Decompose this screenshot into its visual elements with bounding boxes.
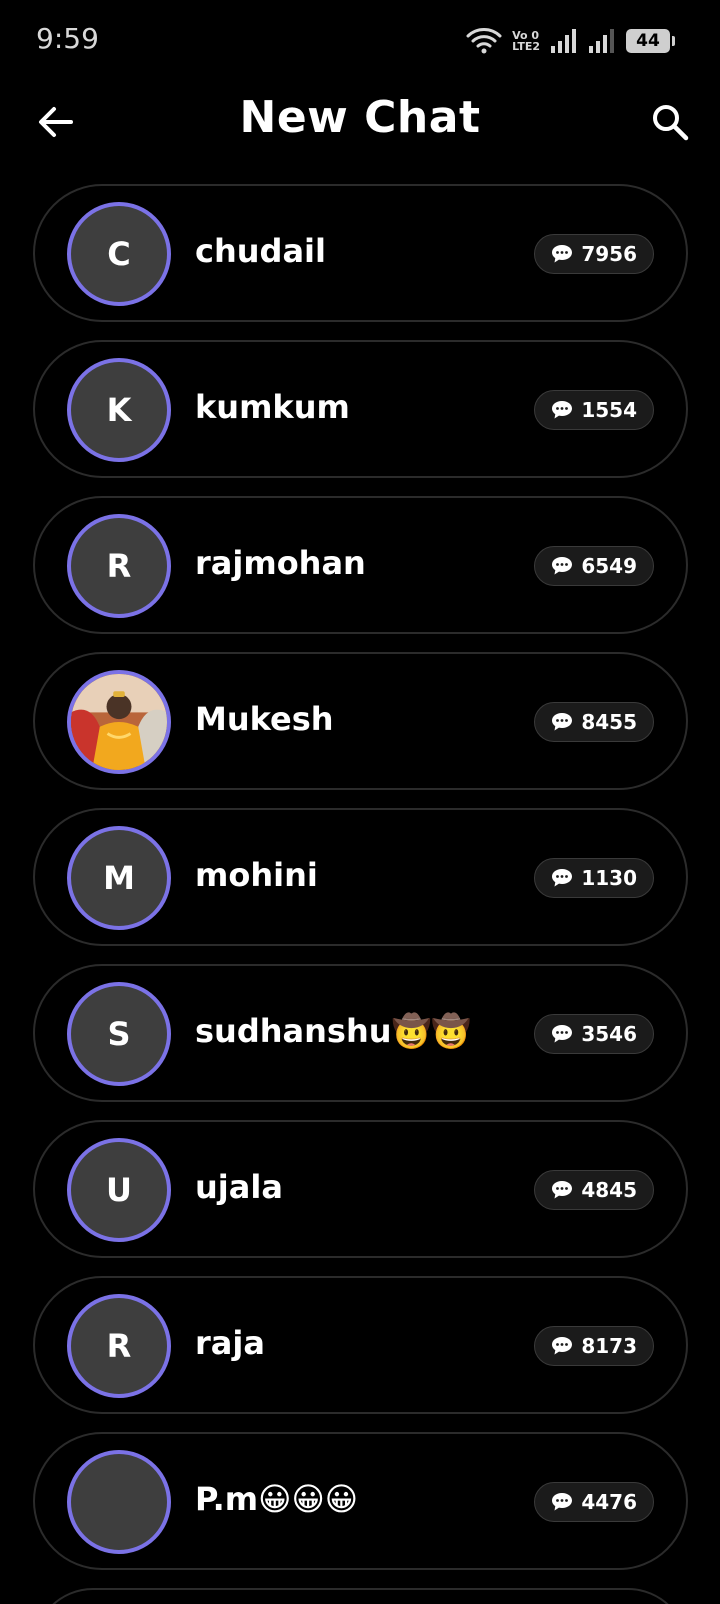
avatar: K	[67, 358, 171, 462]
chat-list-item[interactable]: Cchudail 7956	[33, 184, 688, 322]
volte-indicator: Vo 0 LTE2	[512, 29, 540, 53]
chat-bubble-icon	[552, 1181, 573, 1199]
message-count-badge: 1130	[534, 858, 654, 898]
message-count: 6549	[581, 554, 637, 578]
chat-list-item[interactable]: Uujala 4845	[33, 1120, 688, 1258]
avatar-initial: M	[103, 859, 135, 897]
search-icon	[653, 105, 689, 141]
header: New Chat	[0, 84, 720, 194]
message-count: 8455	[581, 710, 637, 734]
status-icons: Vo 0 LTE2 44	[466, 24, 675, 58]
contact-name: raja	[195, 1324, 265, 1362]
wifi-icon	[466, 28, 502, 54]
avatar: C	[67, 202, 171, 306]
contact-name: P.m😀😀😀	[195, 1480, 359, 1518]
message-count: 4476	[581, 1490, 637, 1514]
chat-bubble-icon	[552, 1493, 573, 1511]
contact-name: ujala	[195, 1168, 283, 1206]
chat-bubble-icon	[552, 557, 573, 575]
avatar: S	[67, 982, 171, 1086]
chat-list-item[interactable]: Ssudhanshu🤠🤠 3546	[33, 964, 688, 1102]
battery-icon: 44	[626, 29, 675, 53]
avatar: R	[67, 514, 171, 618]
message-count: 1130	[581, 866, 637, 890]
chat-bubble-icon	[552, 1337, 573, 1355]
chat-list-item[interactable]: Mmohini 1130	[33, 808, 688, 946]
chat-list-item[interactable]: P.m😀😀😀 4476	[33, 1432, 688, 1570]
page-title: New Chat	[239, 92, 481, 143]
message-count-badge: 8455	[534, 702, 654, 742]
contact-name: Mukesh	[195, 700, 334, 738]
signal-icon	[551, 29, 576, 53]
contact-name: chudail	[195, 232, 326, 270]
message-count-badge: 4845	[534, 1170, 654, 1210]
message-count: 8173	[581, 1334, 637, 1358]
chat-list-item[interactable]: Kkumkum 1554	[33, 340, 688, 478]
message-count-badge: 6549	[534, 546, 654, 586]
chat-bubble-icon	[552, 869, 573, 887]
avatar	[67, 1450, 171, 1554]
message-count: 3546	[581, 1022, 637, 1046]
chat-list-item-partial[interactable]	[33, 1588, 688, 1604]
message-count-badge: 8173	[534, 1326, 654, 1366]
message-count: 7956	[581, 242, 637, 266]
chat-list: Cchudail 7956 Kkumkum 1554 Rrajmohan 6549 Muke…	[33, 184, 688, 1604]
profile-photo	[71, 674, 167, 770]
search-button[interactable]	[646, 98, 694, 146]
chat-bubble-icon	[552, 401, 573, 419]
avatar: M	[67, 826, 171, 930]
avatar-initial: C	[107, 235, 131, 273]
chat-bubble-icon	[552, 245, 573, 263]
contact-name: rajmohan	[195, 544, 366, 582]
signal-icon-2	[589, 29, 614, 53]
status-bar: 9:59 Vo 0 LTE2 44	[0, 0, 720, 84]
message-count-badge: 7956	[534, 234, 654, 274]
message-count-badge: 1554	[534, 390, 654, 430]
contact-name: mohini	[195, 856, 318, 894]
message-count: 4845	[581, 1178, 637, 1202]
chat-list-item[interactable]: Mukesh 8455	[33, 652, 688, 790]
avatar: U	[67, 1138, 171, 1242]
chat-list-item[interactable]: Rraja 8173	[33, 1276, 688, 1414]
avatar-initial: S	[107, 1015, 131, 1053]
message-count-badge: 3546	[534, 1014, 654, 1054]
avatar-initial: R	[106, 547, 132, 585]
avatar: R	[67, 1294, 171, 1398]
avatar-initial: R	[106, 1327, 132, 1365]
contact-name: sudhanshu🤠🤠	[195, 1012, 472, 1050]
contact-name: kumkum	[195, 388, 350, 426]
avatar-initial: K	[106, 391, 132, 429]
message-count: 1554	[581, 398, 637, 422]
chat-bubble-icon	[552, 713, 573, 731]
avatar	[67, 670, 171, 774]
avatar-initial: U	[106, 1171, 132, 1209]
status-time: 9:59	[36, 22, 99, 55]
chat-bubble-icon	[552, 1025, 573, 1043]
message-count-badge: 4476	[534, 1482, 654, 1522]
chat-list-item[interactable]: Rrajmohan 6549	[33, 496, 688, 634]
